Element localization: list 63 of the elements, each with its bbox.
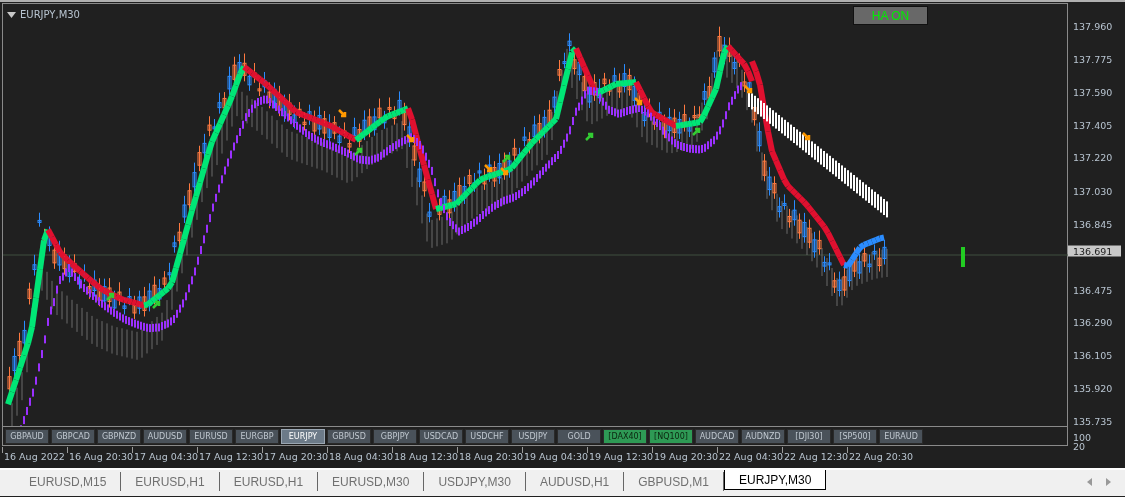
chart-tab[interactable]: EURUSD,H1	[121, 472, 220, 491]
time-label: 17 Aug 20:30	[264, 451, 329, 462]
scale-label: 100	[1073, 433, 1092, 442]
current-price-label: 136.691	[1068, 245, 1121, 257]
scroll-right-icon[interactable]	[1106, 478, 1111, 486]
price-label: 137.030	[1073, 185, 1113, 197]
symbol-button[interactable]: GBPAUD	[5, 429, 49, 444]
symbol-button[interactable]: [DAX40]	[603, 429, 647, 444]
symbol-button[interactable]: EURUSD	[189, 429, 233, 444]
price-label: 137.220	[1073, 151, 1113, 163]
symbol-button[interactable]: USDJPY	[511, 429, 555, 444]
symbol-button[interactable]: USDCHF	[465, 429, 509, 444]
symbol-button[interactable]: [SP500]	[833, 429, 877, 444]
dropdown-icon[interactable]	[7, 11, 16, 18]
price-label: 136.845	[1073, 218, 1113, 230]
time-label: 17 Aug 12:30	[199, 451, 264, 462]
time-label: 17 Aug 04:30	[134, 451, 199, 462]
symbol-button[interactable]: GOLD	[557, 429, 601, 444]
price-label: 136.475	[1073, 284, 1113, 296]
volume-bar	[961, 247, 965, 267]
symbol-button[interactable]: [NQ100]	[649, 429, 693, 444]
scale-label: 20	[1073, 442, 1087, 451]
time-label: 18 Aug 20:30	[459, 451, 524, 462]
price-label: 137.590	[1073, 86, 1113, 98]
symbol-button[interactable]: [DJI30]	[787, 429, 831, 444]
time-label: 18 Aug 04:30	[329, 451, 394, 462]
symbol-button[interactable]: AUDCAD	[695, 429, 739, 444]
symbol-button[interactable]: EURJPY	[281, 429, 325, 444]
symbol-button[interactable]: AUDNZD	[741, 429, 785, 444]
symbol-button[interactable]: GBPNZD	[97, 429, 141, 444]
chart-tab[interactable]: EURJPY,M30	[723, 470, 827, 490]
scroll-left-icon[interactable]	[1087, 478, 1092, 486]
price-label: 135.735	[1073, 415, 1113, 427]
price-label: 137.405	[1073, 119, 1113, 130]
chart-tab[interactable]: USDJPY,M30	[424, 472, 526, 491]
symbol-button[interactable]: USDCAD	[419, 429, 463, 444]
chart-tab[interactable]: GBPUSD,M1	[624, 472, 724, 491]
ha-toggle-button[interactable]: HA ON	[853, 6, 928, 25]
time-label: 19 Aug 04:30	[524, 451, 589, 462]
time-label: 16 Aug 2022	[4, 451, 65, 462]
time-label: 22 Aug 20:30	[849, 451, 914, 462]
price-label: 137.960	[1073, 20, 1113, 32]
symbol-button[interactable]: AUDUSD	[143, 429, 187, 444]
symbol-button[interactable]: GBPUSD	[327, 429, 371, 444]
time-label: 22 Aug 12:30	[784, 451, 849, 462]
price-label: 135.920	[1073, 382, 1113, 394]
price-label: 136.105	[1073, 349, 1113, 361]
time-label: 19 Aug 12:30	[589, 451, 654, 462]
chart-title: EURJPY,M30	[20, 9, 80, 20]
price-label: 136.290	[1073, 316, 1113, 328]
time-label: 19 Aug 20:30	[654, 451, 719, 462]
symbol-button[interactable]: EURAUD	[879, 429, 923, 444]
symbol-button[interactable]: GBPJPY	[373, 429, 417, 444]
chart-tab[interactable]: EURUSD,M30	[318, 472, 425, 491]
time-label: 16 Aug 20:30	[69, 451, 134, 462]
time-label: 18 Aug 12:30	[394, 451, 459, 462]
symbol-button[interactable]: EURGBP	[235, 429, 279, 444]
chart-tab[interactable]: EURUSD,M15	[15, 472, 122, 491]
chart-tab[interactable]: AUDUSD,H1	[525, 472, 625, 491]
price-label: 137.775	[1073, 53, 1113, 65]
time-label: 22 Aug 04:30	[719, 451, 784, 462]
symbol-button[interactable]: GBPCAD	[51, 429, 95, 444]
chart-tab[interactable]: EURUSD,H1	[219, 472, 319, 491]
